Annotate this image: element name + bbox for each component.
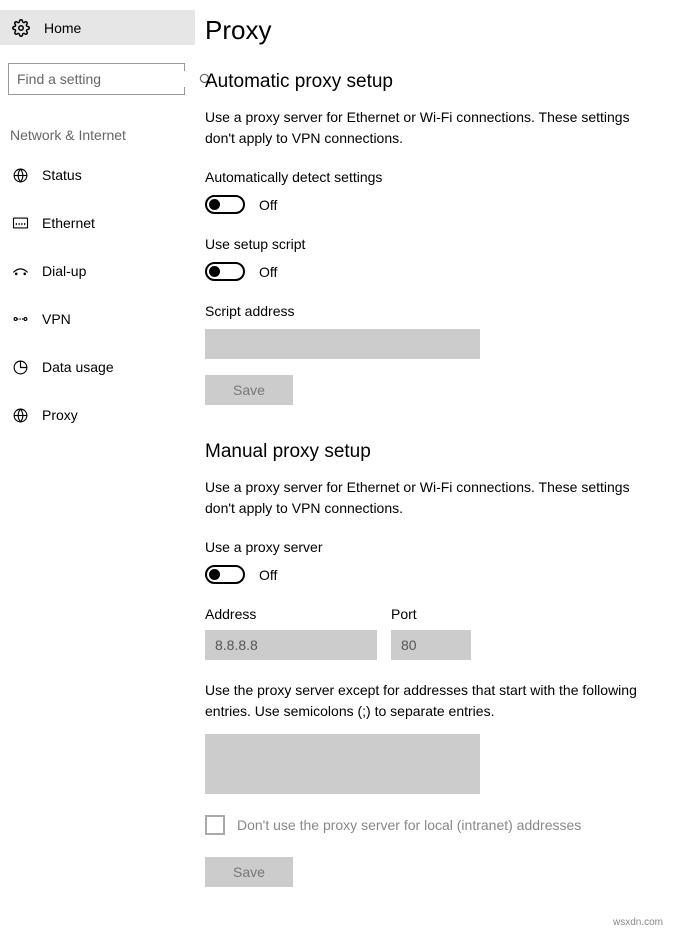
address-label: Address	[205, 606, 377, 622]
main-content: Proxy Automatic proxy setup Use a proxy …	[195, 0, 673, 932]
script-toggle[interactable]	[205, 262, 245, 281]
manual-desc: Use a proxy server for Ethernet or Wi-Fi…	[205, 477, 653, 519]
sidebar-item-ethernet[interactable]: Ethernet	[0, 199, 195, 247]
except-desc: Use the proxy server except for addresse…	[205, 680, 653, 722]
bypass-local-checkbox[interactable]	[205, 815, 225, 835]
sidebar-item-label: Status	[42, 167, 82, 183]
script-address-input[interactable]	[205, 329, 480, 359]
search-input[interactable]	[17, 71, 198, 87]
script-label: Use setup script	[205, 236, 653, 252]
bypass-local-label: Don't use the proxy server for local (in…	[237, 817, 581, 833]
auto-desc: Use a proxy server for Ethernet or Wi-Fi…	[205, 107, 653, 149]
use-proxy-toggle[interactable]	[205, 565, 245, 584]
script-addr-label: Script address	[205, 303, 653, 319]
watermark: wsxdn.com	[613, 917, 663, 928]
port-input[interactable]	[391, 630, 471, 660]
except-input[interactable]	[205, 734, 480, 794]
sidebar-home-label: Home	[44, 20, 81, 36]
vpn-icon	[12, 313, 34, 325]
address-input[interactable]	[205, 630, 377, 660]
sidebar-item-dialup[interactable]: Dial-up	[0, 247, 195, 295]
sidebar-item-status[interactable]: Status	[0, 151, 195, 199]
detect-state: Off	[259, 197, 277, 213]
sidebar-item-vpn[interactable]: VPN	[0, 295, 195, 343]
data-usage-icon	[12, 359, 34, 376]
ethernet-icon	[12, 216, 34, 230]
sidebar-home[interactable]: Home	[0, 10, 195, 45]
use-proxy-state: Off	[259, 567, 277, 583]
detect-label: Automatically detect settings	[205, 169, 653, 185]
sidebar-item-proxy[interactable]: Proxy	[0, 391, 195, 439]
sidebar-item-label: Data usage	[42, 359, 114, 375]
sidebar-item-label: Dial-up	[42, 263, 86, 279]
auto-heading: Automatic proxy setup	[205, 71, 653, 93]
manual-save-button[interactable]: Save	[205, 857, 293, 887]
sidebar-item-label: VPN	[42, 311, 71, 327]
detect-toggle[interactable]	[205, 195, 245, 214]
sidebar: Home Network & Internet Status Ethernet …	[0, 0, 195, 932]
sidebar-item-datausage[interactable]: Data usage	[0, 343, 195, 391]
status-icon	[12, 167, 34, 184]
page-title: Proxy	[205, 15, 653, 46]
sidebar-item-label: Ethernet	[42, 215, 95, 231]
auto-save-button[interactable]: Save	[205, 375, 293, 405]
sidebar-category: Network & Internet	[0, 95, 195, 151]
proxy-icon	[12, 407, 34, 424]
sidebar-item-label: Proxy	[42, 407, 78, 423]
port-label: Port	[391, 606, 471, 622]
dialup-icon	[12, 265, 34, 277]
script-state: Off	[259, 264, 277, 280]
use-proxy-label: Use a proxy server	[205, 539, 653, 555]
gear-icon	[12, 19, 30, 37]
search-box[interactable]	[8, 63, 185, 95]
manual-heading: Manual proxy setup	[205, 441, 653, 463]
